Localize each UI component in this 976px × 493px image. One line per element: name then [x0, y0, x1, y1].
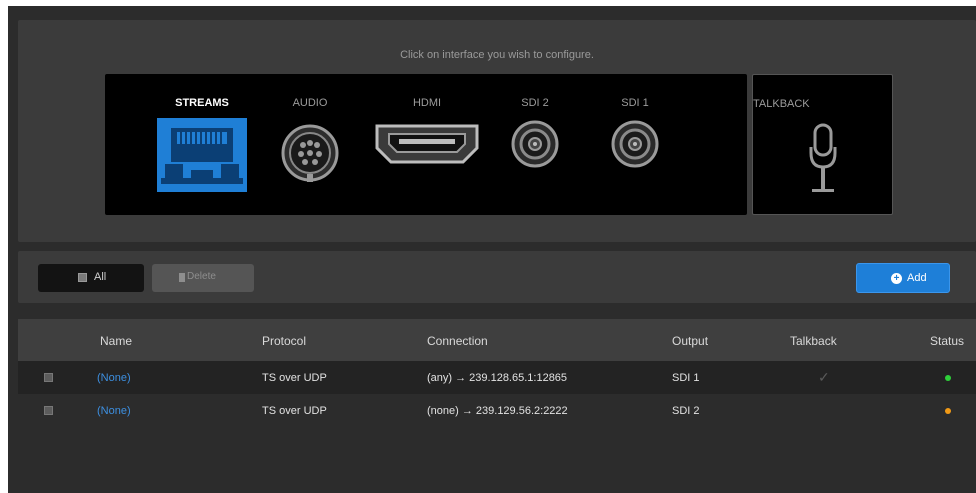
interface-label: TALKBACK — [753, 98, 810, 110]
row-checkbox[interactable] — [44, 406, 53, 415]
sdi-connector-icon — [511, 120, 559, 173]
status-indicator — [945, 408, 951, 414]
interface-label: AUDIO — [292, 97, 328, 109]
stream-connection: (none) → 239.129.56.2:2222 — [427, 405, 568, 417]
interface-sdi-2[interactable]: SDI 2 — [505, 74, 565, 215]
stream-protocol: TS over UDP — [262, 372, 327, 384]
table-header: Name Protocol Connection Output Talkback… — [18, 319, 976, 361]
stream-connection: (any) → 239.128.65.1:12865 — [427, 372, 568, 384]
stream-name-link[interactable]: (None) — [97, 405, 131, 417]
stream-protocol: TS over UDP — [262, 405, 327, 417]
status-indicator — [945, 375, 951, 381]
column-header-output[interactable]: Output — [672, 334, 708, 348]
toolbar: All Delete + Add — [18, 251, 976, 303]
interface-label: STREAMS — [175, 97, 229, 109]
column-header-protocol[interactable]: Protocol — [262, 334, 306, 348]
talkback-check-icon: ✓ — [818, 369, 830, 385]
ethernet-port-icon — [157, 118, 247, 197]
app-window: Click on interface you wish to configure… — [8, 6, 976, 493]
microphone-icon — [808, 123, 838, 200]
add-label: Add — [907, 272, 927, 284]
add-button[interactable]: + Add — [856, 263, 950, 293]
interface-sdi-1[interactable]: SDI 1 — [605, 74, 665, 215]
interface-label: HDMI — [412, 97, 442, 109]
column-header-name[interactable]: Name — [100, 334, 132, 348]
table-row[interactable]: (None) TS over UDP (none) → 239.129.56.2… — [18, 394, 976, 427]
row-checkbox[interactable] — [44, 373, 53, 382]
hdmi-port-icon — [375, 124, 479, 169]
delete-label: Delete — [187, 271, 216, 282]
column-header-connection[interactable]: Connection — [427, 334, 488, 348]
column-header-status[interactable]: Status — [930, 334, 964, 348]
stream-output: SDI 2 — [672, 405, 700, 417]
interface-hdmi[interactable]: HDMI — [373, 74, 481, 215]
streams-table: Name Protocol Connection Output Talkback… — [18, 319, 976, 427]
interface-label: SDI 2 — [521, 97, 549, 109]
audio-connector-icon — [281, 124, 339, 187]
interface-selector: STREAMS AUDIO HDMI SDI 2 SDI 1 — [105, 74, 747, 215]
stream-output: SDI 1 — [672, 372, 700, 384]
interface-label: SDI 1 — [621, 97, 649, 109]
select-all-checkbox[interactable] — [78, 273, 87, 282]
interface-streams[interactable]: STREAMS — [150, 74, 254, 215]
plus-circle-icon: + — [891, 273, 902, 284]
interface-hint: Click on interface you wish to configure… — [400, 49, 594, 61]
interface-talkback[interactable]: TALKBACK — [752, 74, 893, 215]
trash-icon — [179, 273, 185, 282]
delete-button[interactable]: Delete — [152, 264, 254, 292]
interface-panel: Click on interface you wish to configure… — [18, 20, 976, 242]
column-header-talkback[interactable]: Talkback — [790, 334, 837, 348]
select-all-label: All — [94, 271, 107, 283]
select-all-button[interactable]: All — [38, 264, 144, 292]
sdi-connector-icon — [611, 120, 659, 173]
stream-name-link[interactable]: (None) — [97, 372, 131, 384]
table-row[interactable]: (None) TS over UDP (any) → 239.128.65.1:… — [18, 361, 976, 394]
interface-audio[interactable]: AUDIO — [275, 74, 345, 215]
